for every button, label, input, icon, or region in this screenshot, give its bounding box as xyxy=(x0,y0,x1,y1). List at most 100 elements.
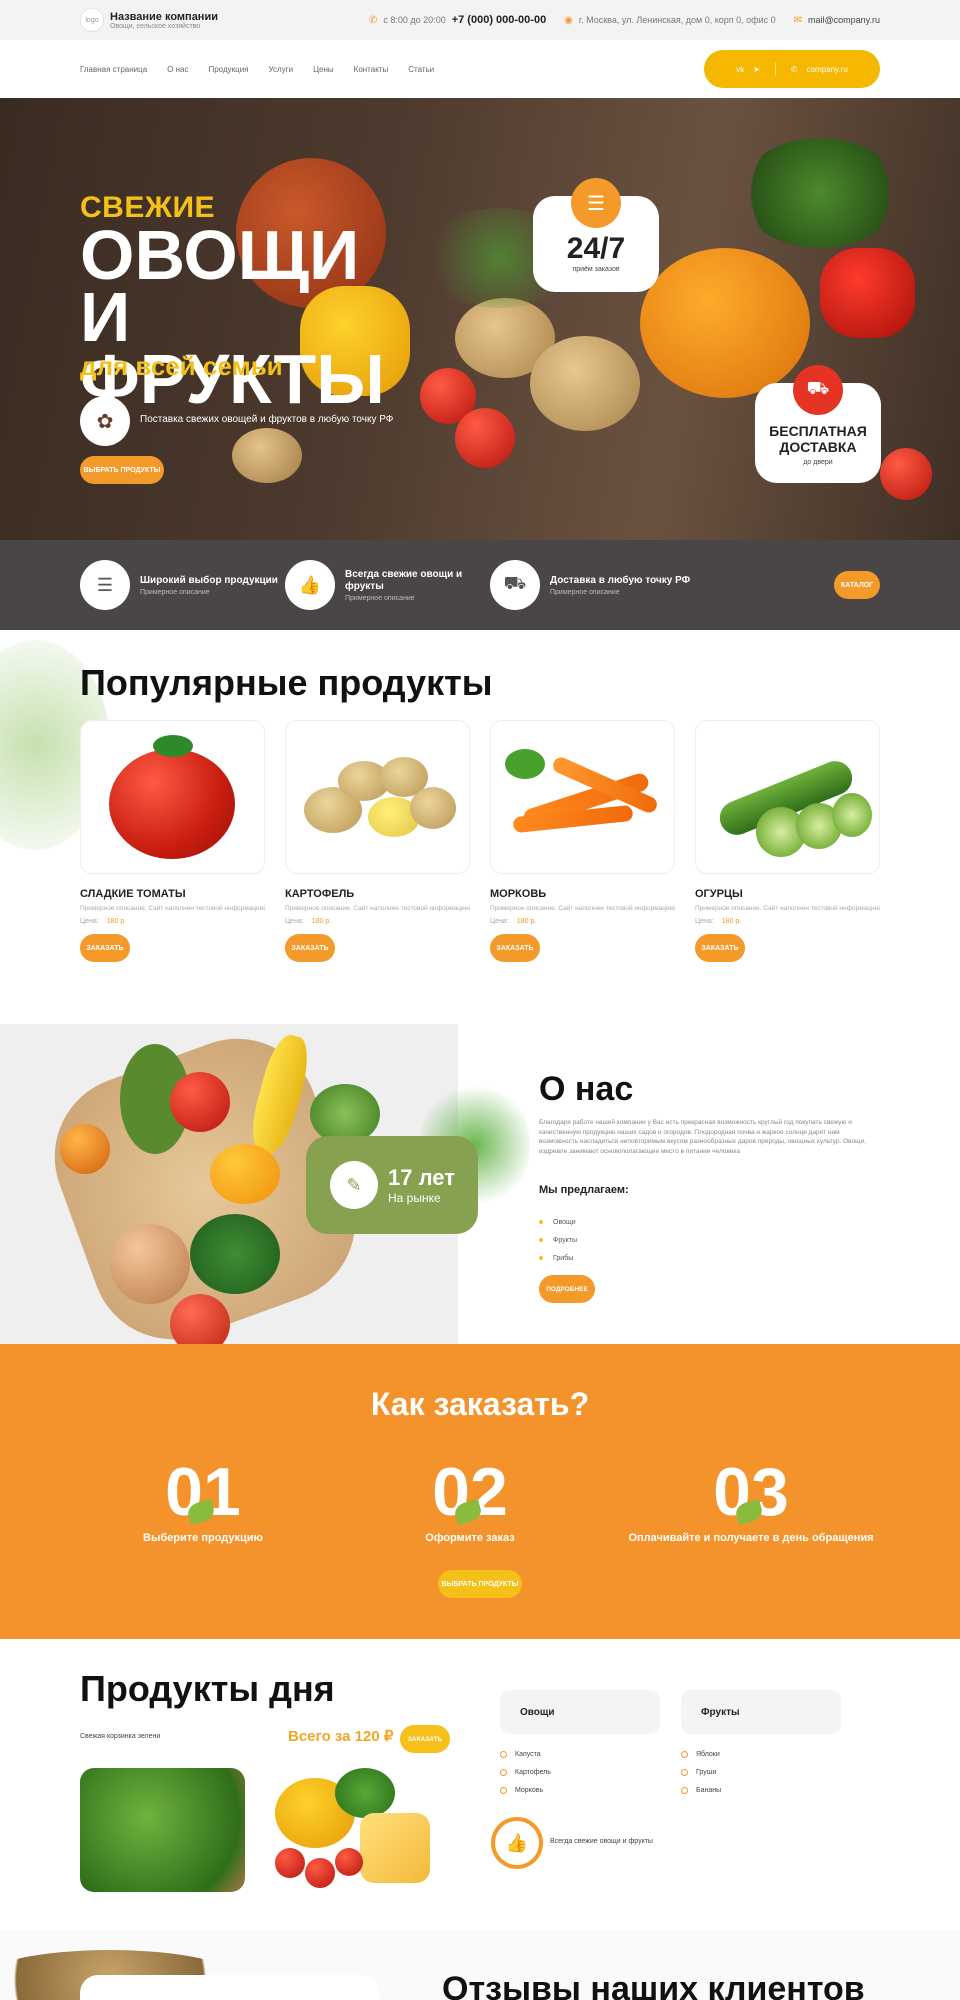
broccoli-icon: ✿ xyxy=(80,396,130,446)
nav-item-prices[interactable]: Цены xyxy=(313,65,334,74)
address-text: г. Москва, ул. Ленинская, дом 0, корп 0,… xyxy=(578,15,776,25)
how-to-order-section: Как заказать? 01 Выберите продукцию 02 О… xyxy=(0,1344,960,1639)
offer-item: Овощи xyxy=(539,1213,577,1231)
whatsapp-icon[interactable]: ✆ xyxy=(791,65,798,74)
how-title: Как заказать? xyxy=(370,1386,590,1422)
email-link[interactable]: mail@company.ru xyxy=(808,15,880,25)
choose-products-button[interactable]: ВЫБРАТЬ ПРОДУКТЫ xyxy=(80,456,164,484)
feature-title: Всегда свежие овощи и фрукты xyxy=(345,568,463,592)
day-total-price: Всего за 120 ₽ xyxy=(288,1728,394,1745)
order-step: 02 Оформите заказ xyxy=(340,1456,600,1544)
feature-sub: Примерное описание xyxy=(550,588,620,596)
nav-item-about[interactable]: О нас xyxy=(167,65,188,74)
order-step: 03 Оплачивайте и получаете в день обраще… xyxy=(606,1456,896,1544)
hero-text: Поставка свежих овощей и фруктов в любую… xyxy=(140,414,394,425)
brand-block: Название компании Овощи, сельское хозяйс… xyxy=(110,11,218,30)
category-fruits[interactable]: Фрукты xyxy=(681,1690,841,1734)
order-button[interactable]: ЗАКАЗАТЬ xyxy=(695,934,745,962)
price-label: Цена: xyxy=(695,918,714,925)
thumbs-up-icon: 👍 xyxy=(285,560,335,610)
delivery-badge-sub: до двери xyxy=(803,459,833,466)
product-desc: Примерное описание. Сайт наполнен тестов… xyxy=(490,905,675,912)
step-text: Оплачивайте и получаете в день обращения xyxy=(628,1532,874,1544)
product-price: 180 р. xyxy=(516,918,537,925)
popular-title: Популярные продукты xyxy=(80,662,493,703)
mail-icon: ✉ xyxy=(793,14,802,26)
feature-sub: Примерное описание xyxy=(140,588,210,596)
order-button[interactable]: ЗАКАЗАТЬ xyxy=(80,934,130,962)
day-title: Продукты дня xyxy=(80,1668,335,1709)
product-price-row: Цена: 180 р. xyxy=(80,918,265,925)
nav-item-articles[interactable]: Статьи xyxy=(408,65,434,74)
company-logo[interactable]: logo xyxy=(80,8,104,32)
reviews-title: Отзывы наших клиентов xyxy=(442,1970,865,2000)
product-price: 180 р. xyxy=(721,918,742,925)
more-button[interactable]: ПОДРОБНЕЕ xyxy=(539,1275,595,1303)
hero-title: ОВОЩИ И ФРУКТЫ xyxy=(80,216,385,418)
product-image[interactable] xyxy=(695,720,880,874)
years-number: 17 лет xyxy=(388,1165,455,1190)
telegram-icon[interactable]: ➤ xyxy=(753,65,760,74)
truck-icon: ⛟ xyxy=(490,560,540,610)
hero-subtitle: для всей семьи xyxy=(80,351,283,381)
page: logo Название компании Овощи, сельское х… xyxy=(0,0,960,2000)
social-site-link[interactable]: company.ru xyxy=(807,65,848,74)
company-subtitle: Овощи, сельское хозяйство xyxy=(110,22,201,30)
hero-banner: СВЕЖИЕ ОВОЩИ И ФРУКТЫ для всей семьи ✿ П… xyxy=(0,98,960,540)
hours-badge: ☰ 24/7 приём заказов xyxy=(533,178,659,292)
list-item: Груши xyxy=(681,1763,721,1781)
greens-basket-image[interactable] xyxy=(80,1768,245,1892)
vegetables-list: Капуста Картофель Морковь xyxy=(500,1745,551,1799)
hours-badge-sub: приём заказов xyxy=(572,266,620,273)
phone-link[interactable]: +7 (000) 000-00-00 xyxy=(452,14,546,26)
order-button[interactable]: ЗАКАЗАТЬ xyxy=(285,934,335,962)
choose-products-button[interactable]: ВЫБРАТЬ ПРОДУКТЫ xyxy=(438,1570,522,1598)
product-card: МОРКОВЬ Примерное описание. Сайт наполне… xyxy=(490,720,675,962)
nav-item-contacts[interactable]: Контакты xyxy=(354,65,389,74)
feature-sub: Примерное описание xyxy=(345,594,415,602)
nav-item-products[interactable]: Продукция xyxy=(208,65,248,74)
product-image[interactable] xyxy=(490,720,675,874)
product-image[interactable] xyxy=(285,720,470,874)
main-nav: Главная страница О нас Продукция Услуги … xyxy=(0,40,960,98)
product-name: МОРКОВЬ xyxy=(490,888,547,900)
offer-item: Грибы xyxy=(539,1249,577,1267)
order-button[interactable]: ЗАКАЗАТЬ xyxy=(490,934,540,962)
years-badge: ✎ 17 лет На рынке xyxy=(306,1136,478,1234)
location-icon: ◉ xyxy=(564,14,573,26)
product-price-row: Цена: 180 р. xyxy=(695,918,880,925)
social-pill: vk ➤ ✆ company.ru xyxy=(704,50,880,88)
fruits-list: Яблоки Груши Бананы xyxy=(681,1745,721,1799)
step-text: Оформите заказ xyxy=(425,1532,515,1544)
vk-icon[interactable]: vk xyxy=(736,65,744,74)
list-item: Яблоки xyxy=(681,1745,721,1763)
list-item: Картофель xyxy=(500,1763,551,1781)
features-bar: ☰ Широкий выбор продукции Примерное опис… xyxy=(0,540,960,630)
fresh-text: Всегда свежие овощи и фрукты xyxy=(550,1838,653,1845)
top-bar: logo Название компании Овощи, сельское х… xyxy=(0,0,960,40)
greens-image xyxy=(740,138,900,248)
product-price: 180 р. xyxy=(311,918,332,925)
tomato-image-2 xyxy=(455,408,515,468)
product-price-row: Цена: 180 р. xyxy=(490,918,675,925)
category-vegetables[interactable]: Овощи xyxy=(500,1690,660,1734)
list-item: Капуста xyxy=(500,1745,551,1763)
list-item: Морковь xyxy=(500,1781,551,1799)
vegetables-cheese-image[interactable] xyxy=(265,1768,430,1892)
catalog-button[interactable]: КАТАЛОГ xyxy=(834,571,880,599)
product-name: СЛАДКИЕ ТОМАТЫ xyxy=(80,888,186,900)
offer-list: Овощи Фрукты Грибы xyxy=(539,1213,577,1267)
day-order-button[interactable]: ЗАКАЗАТЬ xyxy=(400,1725,450,1753)
potato-image-3 xyxy=(232,428,302,483)
product-price: 180 р. xyxy=(106,918,127,925)
clipboard-icon: ☰ xyxy=(571,178,621,228)
delivery-badge: ⛟ БЕСПЛАТНАЯ ДОСТАВКА до двери xyxy=(755,365,881,483)
about-title: О нас xyxy=(539,1070,634,1108)
product-image[interactable] xyxy=(80,720,265,874)
nav-item-services[interactable]: Услуги xyxy=(269,65,294,74)
about-text: Благодаря работе нашей компании у Вас ес… xyxy=(539,1119,866,1155)
product-desc: Примерное описание. Сайт наполнен тестов… xyxy=(80,905,265,912)
nav-item-home[interactable]: Главная страница xyxy=(80,65,147,74)
product-card: КАРТОФЕЛЬ Примерное описание. Сайт напол… xyxy=(285,720,470,962)
delivery-badge-title: БЕСПЛАТНАЯ ДОСТАВКА xyxy=(769,423,867,455)
